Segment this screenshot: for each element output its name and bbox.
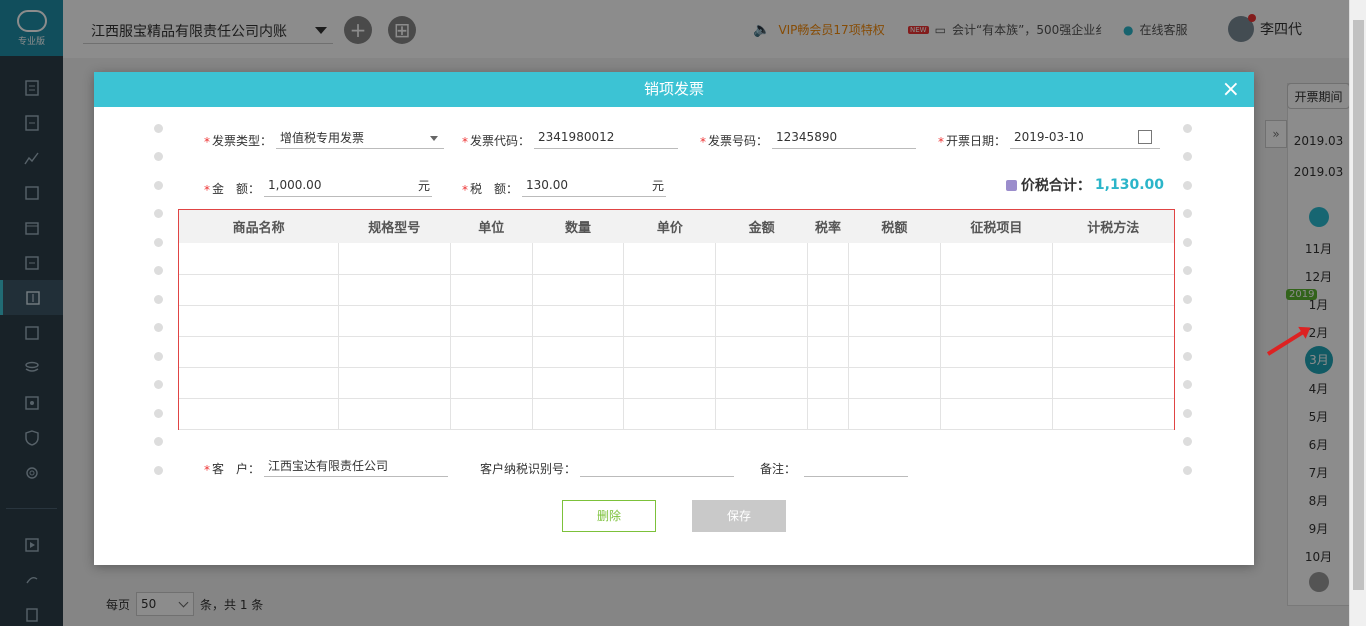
invoice-code-label: 发票代码：: [470, 134, 531, 148]
delete-button[interactable]: 删除: [562, 500, 656, 532]
total-label: 价税合计：: [1020, 178, 1091, 194]
total-icon: [1005, 179, 1017, 191]
invoice-code-field: * 发票代码： 2341980012: [462, 129, 679, 149]
invoice-number-input[interactable]: 12345890: [772, 129, 917, 149]
amount-field: * 金 额： 1,000.00 元: [204, 177, 433, 197]
column-header: 商品名称: [179, 210, 339, 243]
column-header: 征税项目: [940, 210, 1053, 243]
page-scrollbar[interactable]: [1349, 0, 1366, 626]
remark-field: 备注：: [760, 457, 909, 477]
remark-input[interactable]: [804, 457, 909, 477]
amount-unit: 元: [418, 179, 431, 193]
table-row[interactable]: [179, 367, 1174, 399]
customer-taxid-field: 客户纳税识别号：: [480, 457, 735, 477]
column-header: 单价: [623, 210, 716, 243]
invoice-type-field: * 发票类型： 增值税专用发票: [204, 129, 445, 149]
column-header: 税额: [848, 210, 941, 243]
invoice-date-value: 2019-03-10: [1014, 130, 1084, 144]
modal-header: 销项发票 ×: [94, 72, 1254, 107]
tax-label: 税 额：: [470, 182, 519, 196]
calendar-icon[interactable]: [1138, 130, 1153, 144]
amount-input[interactable]: 1,000.00 元: [264, 177, 433, 197]
amount-value: 1,000.00: [268, 178, 322, 192]
invoice-type-value: 增值税专用发票: [280, 130, 365, 145]
items-table: 商品名称 规格型号 单位 数量 单价 金额 税率 税额 征税项目 计税方法: [178, 209, 1175, 430]
total-display: 价税合计： 1,130.00: [1005, 175, 1164, 195]
invoice-date-input[interactable]: 2019-03-10: [1010, 129, 1161, 149]
invoice-number-value: 12345890: [776, 130, 838, 144]
amount-label: 金 额：: [212, 182, 261, 196]
invoice-number-label: 发票号码：: [708, 134, 769, 148]
table-row[interactable]: [179, 336, 1174, 368]
invoice-date-field: * 开票日期： 2019-03-10: [938, 129, 1161, 149]
customer-input[interactable]: 江西宝达有限责任公司: [264, 457, 449, 477]
column-header: 金额: [715, 210, 808, 243]
customer-field: * 客 户： 江西宝达有限责任公司: [204, 457, 449, 477]
column-header: 单位: [450, 210, 533, 243]
customer-value: 江西宝达有限责任公司: [268, 458, 389, 473]
column-header: 税率: [807, 210, 849, 243]
chevron-down-icon: [430, 136, 439, 141]
tax-value: 130.00: [526, 178, 569, 192]
customer-taxid-input[interactable]: [580, 457, 735, 477]
modal-title: 销项发票: [643, 80, 704, 98]
tax-field: * 税 额： 130.00 元: [462, 177, 667, 197]
table-row[interactable]: [179, 274, 1174, 306]
table-row[interactable]: [179, 398, 1174, 430]
invoice-date-label: 开票日期：: [946, 134, 1007, 148]
tax-unit: 元: [652, 179, 665, 193]
table-header-row: 商品名称 规格型号 单位 数量 单价 金额 税率 税额 征税项目 计税方法: [179, 210, 1174, 243]
remark-label: 备注：: [760, 462, 797, 476]
total-value: 1,130.00: [1094, 177, 1164, 193]
table-row[interactable]: [179, 243, 1174, 275]
invoice-code-value: 2341980012: [538, 130, 615, 144]
column-header: 数量: [532, 210, 624, 243]
table-row[interactable]: [179, 305, 1174, 337]
scrollbar-thumb[interactable]: [1353, 20, 1364, 590]
invoice-modal: 销项发票 × * 发票类型： 增值税专用发票 * 发票代码： 234198001…: [94, 72, 1254, 565]
close-icon[interactable]: ×: [1222, 72, 1240, 107]
invoice-type-select[interactable]: 增值税专用发票: [276, 129, 445, 149]
column-header: 规格型号: [338, 210, 451, 243]
invoice-code-input[interactable]: 2341980012: [534, 129, 679, 149]
customer-taxid-label: 客户纳税识别号：: [480, 462, 577, 476]
save-button[interactable]: 保存: [692, 500, 786, 532]
invoice-number-field: * 发票号码： 12345890: [700, 129, 917, 149]
invoice-type-label: 发票类型：: [212, 134, 273, 148]
column-header: 计税方法: [1052, 210, 1174, 243]
customer-label: 客 户：: [212, 462, 261, 476]
tax-input[interactable]: 130.00 元: [522, 177, 667, 197]
